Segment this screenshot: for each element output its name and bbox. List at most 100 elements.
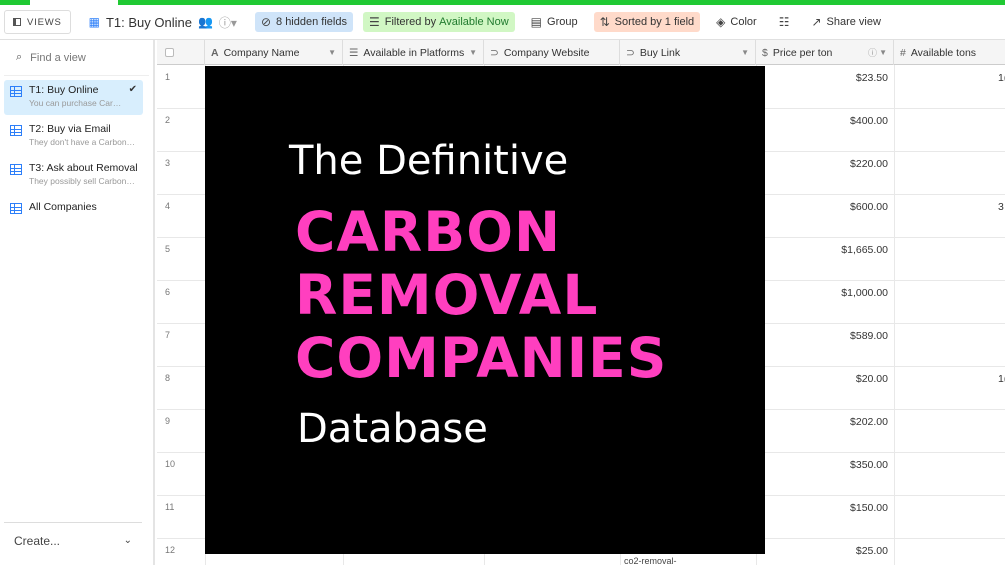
tons-cell[interactable]: 3	[998, 201, 1004, 213]
overlay-headline-line: CARBON	[295, 200, 561, 264]
row-height-icon: ☷	[778, 15, 790, 29]
price-cell[interactable]: $400.00	[757, 115, 892, 127]
views-sidebar: ⌕ Find a view T1: Buy Online You can pur…	[0, 40, 155, 565]
row-number: 2	[165, 115, 171, 125]
row-number: 3	[165, 158, 171, 168]
sidebar-toggle-icon	[13, 18, 21, 26]
row-number: 10	[165, 459, 176, 469]
chevron-down-icon[interactable]: ▼	[879, 48, 887, 57]
link-field-icon: ⊃	[626, 46, 635, 59]
find-view-placeholder: Find a view	[30, 51, 86, 64]
overlay-subtitle-line: Database	[297, 406, 488, 452]
column-header-available-tons[interactable]: # Available tons	[894, 40, 1005, 65]
color-label: Color	[730, 16, 757, 28]
sidebar-item-t1-buy-online[interactable]: T1: Buy Online You can purchase Carbon R…	[4, 80, 143, 115]
column-label: Price per ton	[772, 46, 833, 59]
grid-view-icon	[10, 86, 22, 97]
views-toggle-button[interactable]: VIEWS	[4, 10, 71, 34]
sidebar-item-t2-buy-via-email[interactable]: T2: Buy via Email They don't have a Carb…	[4, 119, 143, 154]
find-view-search[interactable]: ⌕ Find a view	[4, 40, 149, 76]
price-cell[interactable]: $350.00	[757, 459, 892, 471]
create-view-button[interactable]: Create... ⌄	[4, 522, 142, 558]
tons-cell[interactable]: 1(	[998, 72, 1005, 84]
price-cell[interactable]: $202.00	[757, 416, 892, 428]
row-number: 12	[165, 545, 176, 555]
views-label: VIEWS	[27, 16, 62, 28]
chevron-down-icon[interactable]: ▼	[741, 48, 749, 57]
chevron-down-icon[interactable]: ▼	[328, 48, 336, 57]
group-icon: ▤	[530, 15, 543, 29]
text-field-icon: A	[211, 46, 219, 59]
sort-button[interactable]: ⇅ Sorted by 1 field	[593, 12, 701, 32]
overlay-headline-line: COMPANIES	[295, 326, 668, 390]
grid-view-icon	[10, 203, 22, 214]
buy-link-cell-text[interactable]: co2-removal-	[624, 556, 677, 565]
share-label: Share view	[826, 16, 881, 28]
currency-field-icon: $	[762, 46, 768, 59]
current-view-title[interactable]: ▦ T1: Buy Online 👥 ⓘ▾	[89, 14, 237, 31]
grid-view-icon	[10, 125, 22, 136]
row-number: 6	[165, 287, 171, 297]
info-icon: ⓘ	[867, 48, 877, 58]
info-icon: ⓘ▾	[218, 15, 237, 30]
row-number: 7	[165, 330, 171, 340]
row-number: 4	[165, 201, 171, 211]
column-label: Company Name	[223, 46, 300, 59]
group-button[interactable]: ▤ Group	[525, 12, 584, 32]
price-cell[interactable]: $220.00	[757, 158, 892, 170]
checkmark-icon: ✔	[128, 84, 137, 95]
overlay-title-line: The Definitive	[289, 138, 569, 184]
tons-cell[interactable]: 1(	[998, 373, 1005, 385]
view-item-name: T3: Ask about Removals	[29, 162, 137, 174]
row-number: 1	[165, 72, 171, 82]
filter-button[interactable]: ☰ Filtered by Available Now	[362, 12, 515, 32]
row-number: 9	[165, 416, 171, 426]
filter-prefix-label: Filtered by	[384, 16, 440, 28]
price-cell[interactable]: $23.50	[757, 72, 892, 84]
sidebar-item-t3-ask-about-removals[interactable]: T3: Ask about Removals They possibly sel…	[4, 158, 143, 193]
multiselect-field-icon: ☰	[349, 46, 359, 59]
share-icon: ↗	[811, 15, 822, 29]
row-number: 8	[165, 373, 171, 383]
view-item-desc: They don't have a Carbon Removal store	[29, 137, 137, 147]
price-cell[interactable]: $1,000.00	[757, 287, 892, 299]
view-name: T1: Buy Online	[105, 14, 192, 30]
hidden-fields-label: 8 hidden fields	[276, 16, 347, 28]
column-header-buy-link[interactable]: ⊃ Buy Link ▼	[620, 40, 756, 65]
link-field-icon: ⊃	[490, 46, 499, 59]
row-number: 5	[165, 244, 171, 254]
chevron-down-icon: ⌄	[123, 535, 132, 546]
sidebar-item-all-companies[interactable]: All Companies	[4, 197, 143, 219]
price-cell[interactable]: $20.00	[757, 373, 892, 385]
hide-fields-button[interactable]: ⊘ 8 hidden fields	[254, 12, 353, 32]
column-label: Available tons	[910, 46, 977, 59]
view-item-desc: You can purchase Carbon Removal online	[29, 98, 122, 108]
overlay-headline-line: REMOVAL	[295, 263, 599, 327]
group-label: Group	[547, 16, 578, 28]
column-header-company-name[interactable]: A Company Name ▼	[205, 40, 343, 65]
price-cell[interactable]: $150.00	[757, 502, 892, 514]
share-view-button[interactable]: ↗ Share view	[805, 12, 886, 32]
grid-view-icon: ▦	[88, 15, 100, 29]
sort-icon: ⇅	[599, 15, 610, 29]
paint-bucket-icon: ◈	[716, 15, 726, 29]
price-cell[interactable]: $600.00	[757, 201, 892, 213]
select-all-header[interactable]	[157, 40, 205, 65]
view-item-desc: They possibly sell Carbon Removal	[29, 176, 137, 186]
price-cell[interactable]: $1,665.00	[757, 244, 892, 256]
filter-icon: ☰	[368, 15, 380, 29]
column-header-available-in-platforms[interactable]: ☰ Available in Platforms ▼	[343, 40, 484, 65]
color-button[interactable]: ◈ Color	[710, 12, 763, 32]
sort-label: Sorted by 1 field	[614, 16, 695, 28]
row-height-button[interactable]: ☷	[773, 12, 796, 32]
price-cell[interactable]: $25.00	[757, 545, 892, 557]
chevron-down-icon[interactable]: ▼	[469, 48, 477, 57]
filter-field-label: Available Now	[439, 16, 509, 28]
grid-view-icon	[10, 164, 22, 175]
select-all-checkbox[interactable]	[165, 48, 174, 57]
column-header-price-per-ton[interactable]: $ Price per ton ⓘ ▼	[756, 40, 894, 65]
number-field-icon: #	[900, 46, 906, 59]
view-item-name: All Companies	[29, 201, 97, 213]
price-cell[interactable]: $589.00	[757, 330, 892, 342]
column-header-company-website[interactable]: ⊃ Company Website	[484, 40, 620, 65]
